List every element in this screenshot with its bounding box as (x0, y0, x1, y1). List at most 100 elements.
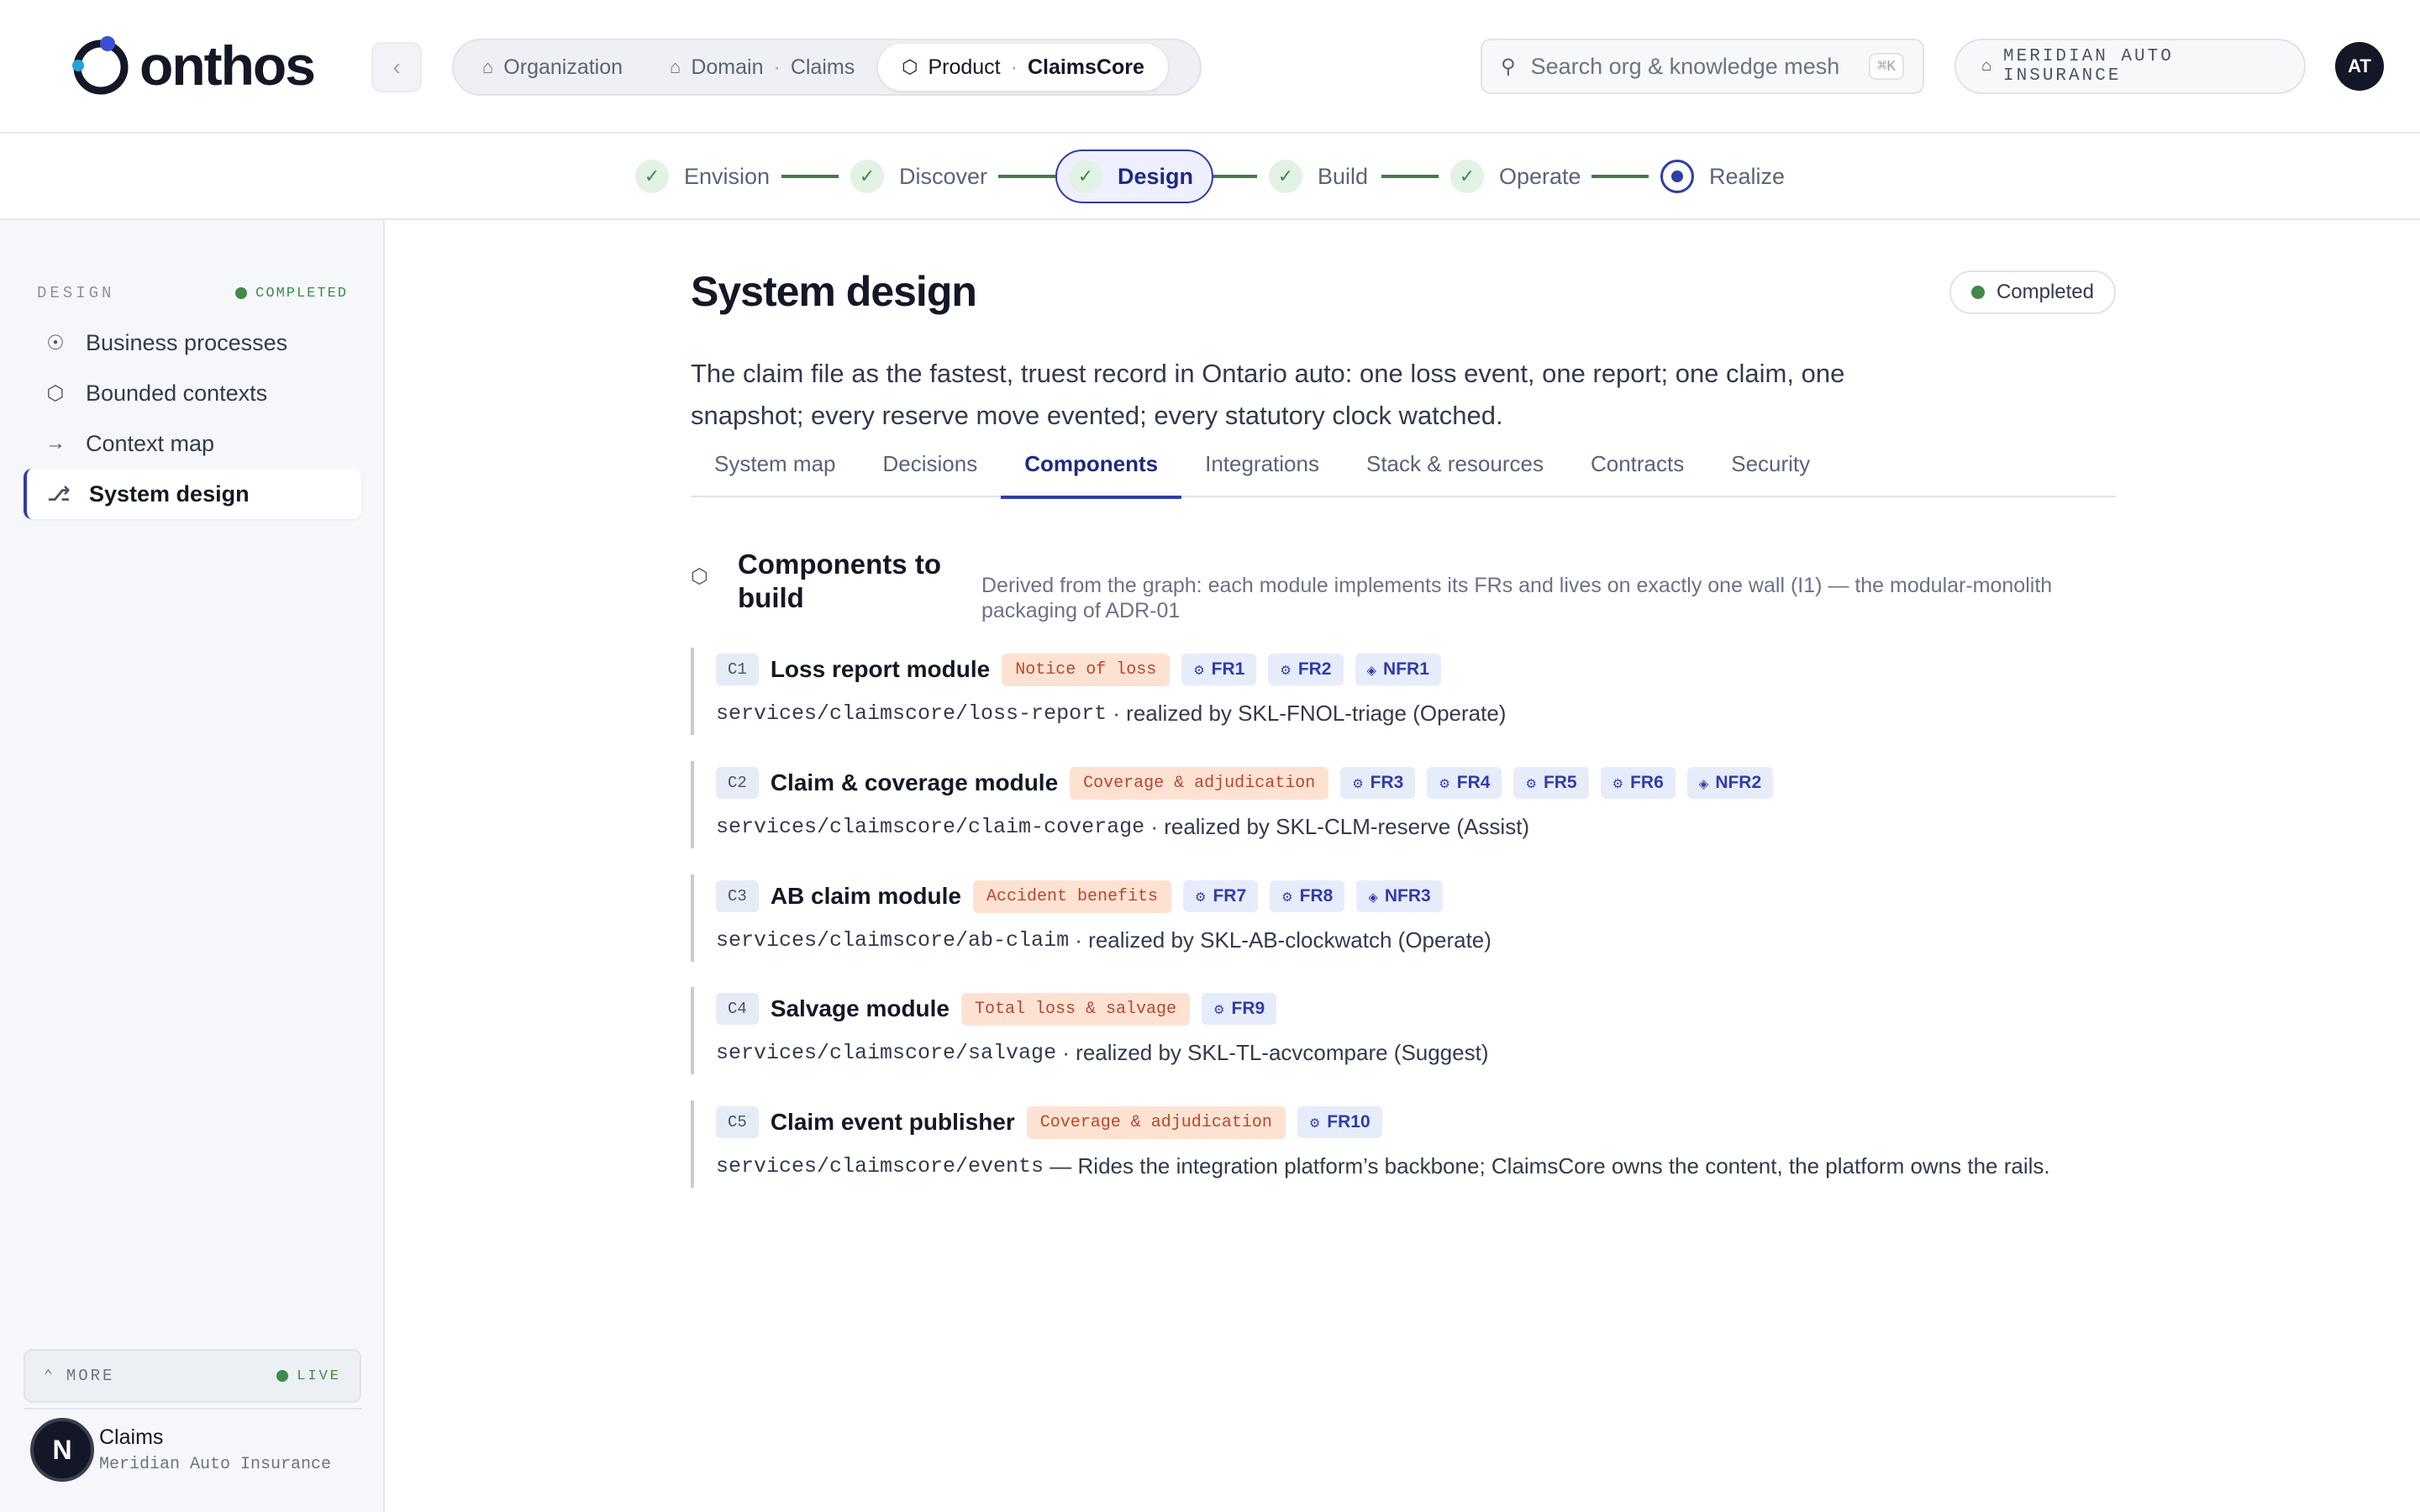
breadcrumb-domain[interactable]: ⌂ Domain · Claims (646, 44, 878, 91)
workspace-meta: Claims Meridian Auto Insurance (99, 1425, 331, 1474)
building-icon: ⌂ (670, 56, 681, 77)
step-operate[interactable]: ✓ Operate (1450, 150, 1581, 203)
gear-icon: ⚙ (1308, 1116, 1321, 1131)
requirement-chip[interactable]: ◈ NFR3 (1356, 880, 1443, 912)
breadcrumb-label: Domain (691, 55, 764, 79)
component-row[interactable]: C2 Claim & coverage module Coverage & adju… (691, 761, 2116, 848)
sidebar-item-label: Business processes (86, 329, 288, 355)
tab-system-map[interactable]: System map (691, 437, 860, 491)
breadcrumb-organization[interactable]: ⌂ Organization (459, 44, 646, 91)
requirement-chip[interactable]: ⚙ FR8 (1270, 880, 1345, 912)
sidebar-item-context-map[interactable]: → Context map (24, 418, 361, 469)
step-realize[interactable]: Realize (1660, 150, 1785, 203)
bounded-context-tag[interactable]: Accident benefits (972, 879, 1172, 913)
check-icon: ✓ (850, 160, 884, 193)
requirement-chip[interactable]: ⚙ FR3 (1340, 767, 1416, 799)
requirement-label: NFR1 (1383, 659, 1429, 679)
bounded-context-tag[interactable]: Notice of loss (1002, 653, 1171, 686)
search-placeholder: Search org & knowledge mesh (1530, 53, 1840, 79)
workspace-org: Meridian Auto Insurance (99, 1455, 332, 1474)
component-path: services/claimscore/loss-report (716, 701, 1107, 726)
component-note: · realized by SKL-AB-clockwatch (Operate… (1069, 927, 1491, 953)
tab-integrations[interactable]: Integrations (1181, 437, 1343, 491)
step-label: Operate (1499, 163, 1581, 189)
top-bar: onthos ‹ ⌂ Organization ⌂ Domain · Claim… (0, 0, 2420, 134)
step-design[interactable]: ✓ Design (1055, 150, 1214, 203)
sidebar-section-header: DESIGN COMPLETED (37, 284, 348, 302)
tab-contracts[interactable]: Contracts (1567, 437, 1707, 491)
component-path: services/claimscore/ab-claim (716, 927, 1070, 953)
sidebar-nav: ☉ Business processes ⬡ Bounded contexts … (24, 318, 361, 519)
requirement-chip[interactable]: ⚙ FR4 (1427, 767, 1502, 799)
requirement-chip[interactable]: ◈ NFR1 (1355, 654, 1441, 685)
onthos-logo-icon (67, 32, 134, 99)
bounded-context-tag[interactable]: Coverage & adjudication (1026, 1105, 1286, 1139)
component-path: services/claimscore/claim-coverage (716, 814, 1145, 839)
requirement-chip[interactable]: ⚙ FR6 (1600, 767, 1676, 799)
step-label: Build (1318, 163, 1369, 189)
requirement-label: NFR3 (1384, 886, 1431, 906)
component-detail: services/claimscore/salvage · realized b… (716, 1031, 2116, 1074)
sidebar-item-system-design[interactable]: ⎇ System design (24, 469, 361, 519)
more-toggle[interactable]: ⌃ MORE LIVE (24, 1349, 361, 1403)
step-build[interactable]: ✓ Build (1269, 150, 1368, 203)
requirement-chip[interactable]: ⚙ FR9 (1202, 993, 1277, 1025)
user-avatar[interactable]: AT (2335, 42, 2384, 91)
page-title: System design (691, 268, 977, 315)
search-input[interactable]: ⚲ Search org & knowledge mesh ⌘K (1481, 39, 1924, 94)
component-row[interactable]: C5 Claim event publisher Coverage & adjudi… (691, 1100, 2116, 1188)
building-icon: ⌂ (1981, 56, 1992, 76)
requirement-chip[interactable]: ⚙ FR5 (1513, 767, 1589, 799)
component-row[interactable]: C4 Salvage module Total loss & salvage ⚙ FR9… (691, 987, 2116, 1074)
tab-decisions[interactable]: Decisions (860, 437, 1002, 491)
check-icon: ✓ (1069, 160, 1102, 193)
tab-components[interactable]: Components (1001, 437, 1182, 499)
requirement-chip[interactable]: ⚙ FR7 (1183, 880, 1259, 912)
component-detail: services/claimscore/claim-coverage · rea… (716, 805, 2116, 848)
component-detail: services/claimscore/loss-report · realiz… (716, 691, 2116, 735)
section-title: Components to build (738, 549, 941, 613)
step-label: Realize (1709, 163, 1786, 189)
sidebar-item-bounded-contexts[interactable]: ⬡ Bounded contexts (24, 368, 361, 418)
requirement-label: FR4 (1456, 773, 1491, 792)
tab-stack-resources[interactable]: Stack & resources (1343, 437, 1567, 491)
back-button[interactable]: ‹ (371, 42, 422, 92)
component-row[interactable]: C1 Loss report module Notice of loss ⚙ FR1 ⚙ F… (691, 648, 2116, 735)
component-id: C5 (716, 1106, 759, 1138)
component-header: C3 AB claim module Accident benefits ⚙ FR7 ⚙ F… (716, 874, 2116, 918)
current-step-icon (1660, 160, 1694, 193)
component-row[interactable]: C3 AB claim module Accident benefits ⚙ FR7 ⚙ F… (691, 874, 2116, 962)
step-discover[interactable]: ✓ Discover (850, 150, 987, 203)
cube-icon: ⬡ (46, 381, 65, 405)
bounded-context-tag[interactable]: Coverage & adjudication (1070, 766, 1329, 800)
requirement-chip[interactable]: ⚙ FR10 (1297, 1106, 1382, 1138)
component-header: C4 Salvage module Total loss & salvage ⚙ FR9 (716, 987, 2116, 1031)
bounded-context-tag[interactable]: Total loss & salvage (961, 992, 1191, 1026)
section-description: Derived from the graph: each module impl… (981, 574, 2053, 622)
org-switcher[interactable]: ⌂ MERIDIAN AUTO INSURANCE (1954, 39, 2306, 94)
sidebar-item-label: Context map (86, 430, 215, 456)
sidebar-item-label: Bounded contexts (86, 380, 268, 406)
check-icon: ✓ (1450, 160, 1484, 193)
workspace-switcher[interactable]: N Claims Meridian Auto Insurance (30, 1416, 366, 1483)
check-icon: ✓ (1269, 160, 1302, 193)
sidebar-item-business-processes[interactable]: ☉ Business processes (24, 318, 361, 368)
step-envision[interactable]: ✓ Envision (635, 150, 770, 203)
org-name: MERIDIAN AUTO INSURANCE (2003, 47, 2174, 86)
cube-icon: ⬡ (902, 56, 918, 77)
logo[interactable]: onthos (67, 32, 316, 99)
breadcrumb-label: Product (928, 55, 1001, 79)
workspace-avatar: N (30, 1418, 94, 1482)
breadcrumb-product[interactable]: ⬡ Product · ClaimsCore (878, 44, 1168, 91)
network-icon: ⎇ (47, 482, 71, 506)
gear-icon: ⚙ (1193, 664, 1205, 678)
requirement-chip[interactable]: ⚙ FR1 (1181, 654, 1257, 685)
gear-icon: ⚙ (1612, 777, 1624, 791)
step-label: Discover (899, 163, 988, 189)
requirement-chip[interactable]: ⚙ FR2 (1268, 654, 1344, 685)
requirement-chip[interactable]: ◈ NFR2 (1686, 767, 1774, 799)
arrow-right-icon: → (45, 432, 66, 454)
breadcrumb-label: Organization (503, 55, 623, 79)
tab-security[interactable]: Security (1707, 437, 1833, 491)
component-note: · realized by SKL-TL-acvcompare (Suggest… (1056, 1039, 1489, 1065)
